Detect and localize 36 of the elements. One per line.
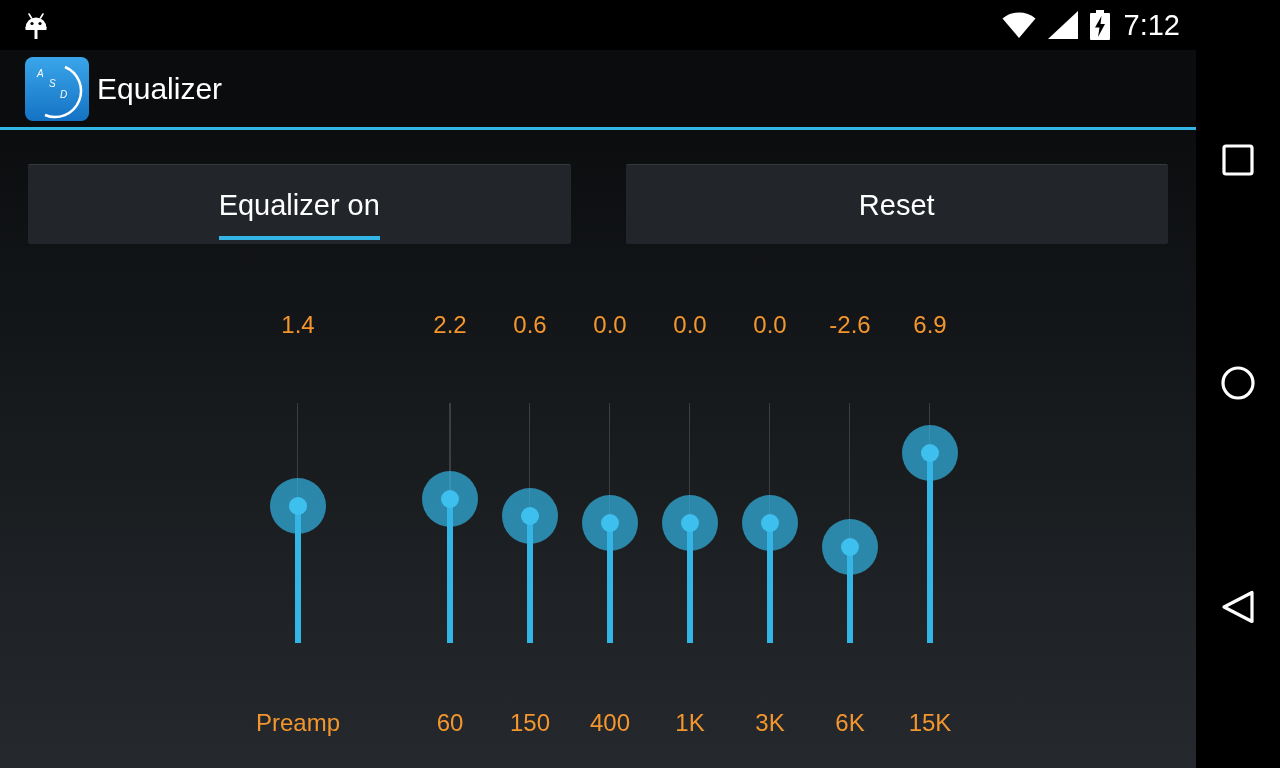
recents-square-icon[interactable] [1222,144,1254,176]
slider-thumb[interactable] [502,487,558,544]
gain-value: 2.2 [433,310,467,340]
slider-thumb[interactable] [902,425,958,482]
slider-thumb[interactable] [662,495,718,551]
gain-value: 0.0 [753,310,787,340]
gain-value: -2.6 [829,310,871,340]
band-label: 15K [908,708,952,738]
slider-thumb[interactable] [742,495,798,551]
back-triangle-icon[interactable] [1221,590,1255,624]
band-label: 60 [436,708,464,738]
equalizer-toggle[interactable]: Equalizer on [28,164,571,244]
slider-thumb[interactable] [270,478,326,535]
app-logo: A S D [25,56,89,121]
band-label: 6K [835,708,865,738]
gain-value: 0.0 [593,310,627,340]
band-label: 150 [509,708,550,738]
home-circle-icon[interactable] [1221,366,1255,400]
band-label: 400 [589,708,630,738]
app-title: Equalizer [97,71,223,106]
gain-value: 0.0 [673,310,707,340]
gain-value: 1.4 [281,310,315,340]
signal-icon [1047,11,1078,39]
slider-thumb[interactable] [582,495,638,551]
band-label: 1K [675,708,705,738]
preamp-label: Preamp [255,708,340,738]
gain-value: 0.6 [513,310,547,340]
slider-thumb[interactable] [822,519,878,575]
reset-button[interactable]: Reset [625,164,1168,244]
gain-value: 6.9 [913,310,947,340]
band-label: 3K [755,708,785,738]
slider-thumb[interactable] [422,471,478,527]
wifi-icon [1001,12,1036,38]
android-robot-icon [24,10,48,40]
status-time: 7:12 [1123,8,1180,42]
battery-charging-icon [1089,10,1110,40]
